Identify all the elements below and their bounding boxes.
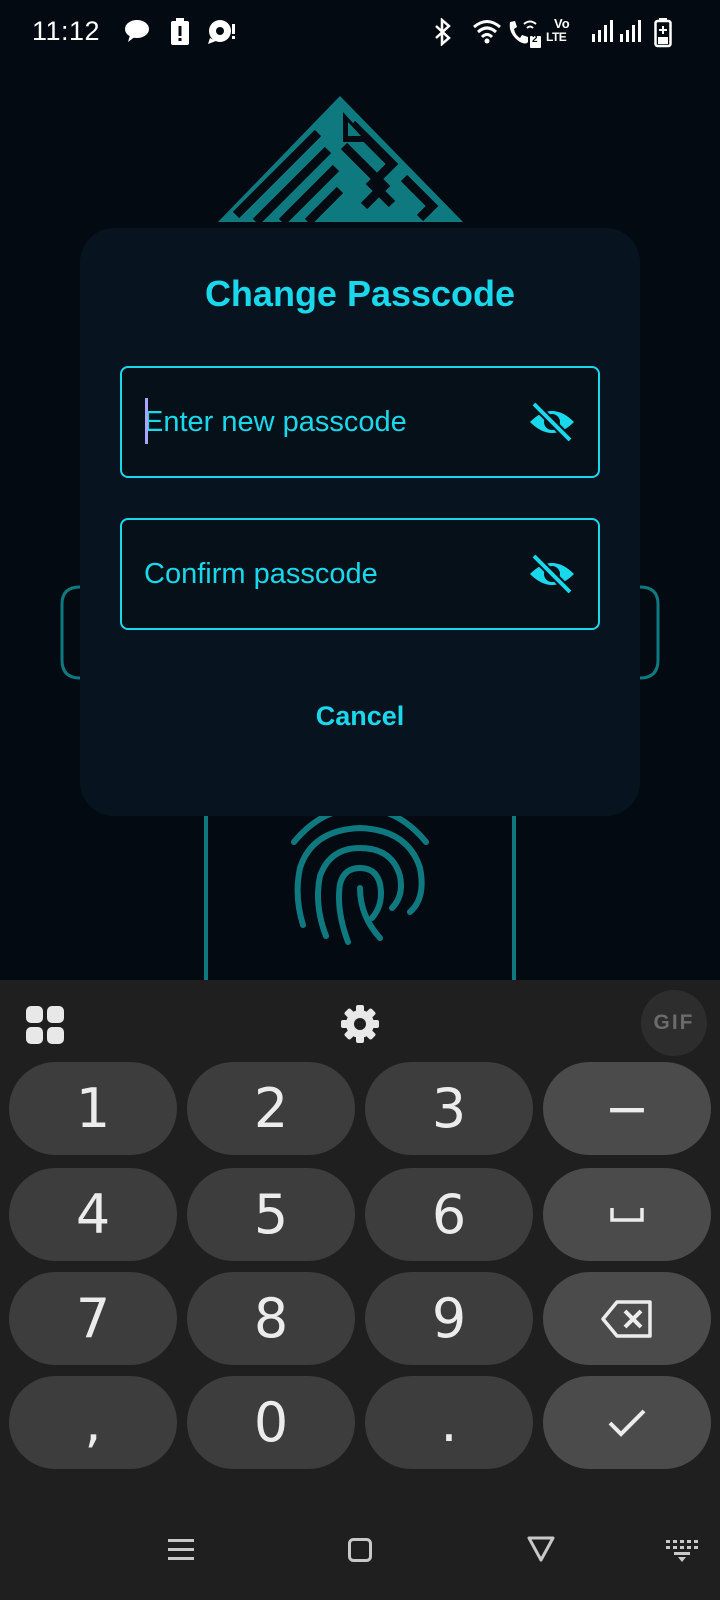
chat-icon <box>124 18 150 48</box>
key-2[interactable]: 2 <box>187 1062 355 1155</box>
key-4[interactable]: 4 <box>9 1168 177 1261</box>
key-3[interactable]: 3 <box>365 1062 533 1155</box>
battery-charging-icon <box>654 18 672 48</box>
visibility-off-icon[interactable] <box>528 400 576 444</box>
volte-top-label: Vo <box>554 16 570 31</box>
new-passcode-field[interactable] <box>120 366 600 478</box>
key-enter[interactable] <box>543 1376 711 1469</box>
key-8[interactable]: 8 <box>187 1272 355 1365</box>
bubble-icon <box>208 18 236 48</box>
navigation-bar <box>0 1500 720 1600</box>
keyboard-toolbar: GIF <box>0 980 720 1062</box>
key-9[interactable]: 9 <box>365 1272 533 1365</box>
wifi-icon <box>472 18 502 48</box>
keyboard-switch-icon[interactable] <box>666 1540 698 1567</box>
wifi-call-icon: 2 <box>506 18 542 48</box>
status-bar: 11:12 2 Vo LTE <box>0 0 720 66</box>
status-time: 11:12 <box>32 16 101 46</box>
bluetooth-icon <box>433 18 453 48</box>
settings-gear-icon[interactable] <box>340 1004 380 1044</box>
key-backspace[interactable] <box>543 1272 711 1365</box>
checkmark-icon <box>608 1409 646 1437</box>
signal-icon <box>620 18 644 48</box>
apps-grid-icon[interactable] <box>26 1006 64 1044</box>
volte-bottom-label: LTE <box>546 30 567 44</box>
recents-icon[interactable] <box>168 1538 194 1567</box>
key-7[interactable]: 7 <box>9 1272 177 1365</box>
key-period[interactable]: . <box>365 1376 533 1469</box>
home-icon[interactable] <box>348 1538 372 1567</box>
alert-icon <box>170 18 190 48</box>
key-space[interactable] <box>543 1168 711 1261</box>
gif-button[interactable]: GIF <box>641 990 707 1056</box>
text-cursor <box>145 398 148 444</box>
confirm-passcode-field[interactable] <box>120 518 600 630</box>
signal-icon <box>592 18 616 48</box>
key-minus[interactable]: − <box>543 1062 711 1155</box>
key-0[interactable]: 0 <box>187 1376 355 1469</box>
screen: 11:12 2 Vo LTE Change Passcode Cancel GI… <box>0 0 720 1600</box>
fingerprint-icon <box>291 804 429 945</box>
cancel-button[interactable]: Cancel <box>280 690 440 742</box>
sim-badge: 2 <box>532 34 538 45</box>
key-1[interactable]: 1 <box>9 1062 177 1155</box>
space-icon <box>610 1207 644 1222</box>
confirm-passcode-input[interactable] <box>144 520 514 628</box>
key-6[interactable]: 6 <box>365 1168 533 1261</box>
dialog-title: Change Passcode <box>204 273 516 314</box>
key-comma[interactable]: , <box>9 1376 177 1469</box>
new-passcode-input[interactable] <box>144 368 514 476</box>
visibility-off-icon[interactable] <box>528 552 576 596</box>
backspace-icon <box>601 1299 652 1338</box>
change-passcode-dialog: Change Passcode Cancel <box>80 228 640 816</box>
key-5[interactable]: 5 <box>187 1168 355 1261</box>
back-icon[interactable] <box>527 1536 555 1567</box>
